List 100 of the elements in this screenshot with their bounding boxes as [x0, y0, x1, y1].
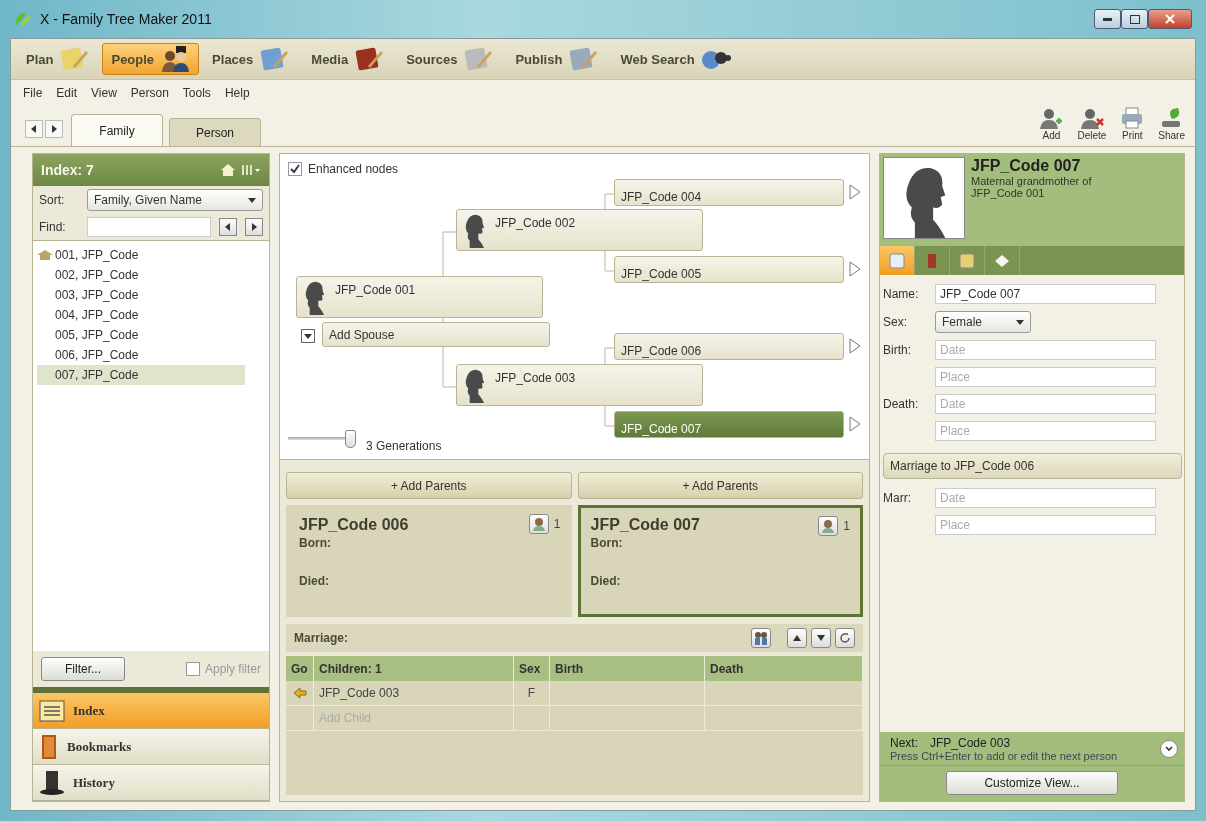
person-list-entry[interactable]: 002, JFP_Code	[37, 265, 245, 285]
person-node[interactable]: JFP_Code 001	[296, 276, 543, 318]
menu-item[interactable]: Tools	[182, 86, 211, 100]
slider-thumb[interactable]	[345, 430, 356, 448]
place-field[interactable]: Place	[935, 367, 1156, 387]
module-tab[interactable]: Plan	[17, 43, 99, 75]
place-field[interactable]: Place	[935, 515, 1156, 535]
minimize-button[interactable]	[1094, 9, 1121, 29]
person-button[interactable]	[818, 516, 839, 536]
menu-item[interactable]: Edit	[56, 86, 78, 100]
enhanced-nodes-checkbox[interactable]: Enhanced nodes	[288, 162, 399, 176]
forward-button[interactable]	[45, 120, 63, 138]
move-down-button[interactable]	[811, 628, 831, 648]
person-node[interactable]: JFP_Code 005	[614, 256, 844, 283]
field-label: Marr:	[883, 491, 912, 505]
customize-view-button[interactable]: Customize View...	[946, 771, 1118, 795]
table-cell: F	[514, 681, 550, 706]
date-field[interactable]: Date	[935, 394, 1156, 414]
date-field[interactable]: Date	[935, 340, 1156, 360]
couple-icon	[160, 46, 191, 72]
column-header[interactable]: Birth	[550, 656, 705, 681]
person-list-entry[interactable]: 003, JFP_Code	[37, 285, 245, 305]
sidebar-tab[interactable]: History	[33, 765, 269, 801]
spouse-name: JFP_Code 007	[590, 516, 700, 534]
spouse-card[interactable]: JFP_Code 006 Born: Died: 1	[286, 505, 572, 617]
refresh-button[interactable]	[835, 628, 855, 648]
module-tab[interactable]: Sources	[397, 43, 503, 75]
couple-button[interactable]	[751, 628, 771, 648]
menu-item[interactable]: File	[23, 86, 43, 100]
close-icon	[1165, 14, 1175, 24]
date-field[interactable]: Date	[935, 488, 1156, 508]
expand-arrow-button[interactable]	[849, 338, 861, 354]
close-button[interactable]	[1148, 9, 1192, 29]
spouse-card[interactable]: JFP_Code 007 Born: Died: 1	[577, 505, 863, 617]
forward-icon	[50, 125, 58, 133]
expand-button[interactable]	[1160, 740, 1178, 758]
edit-icon	[889, 252, 905, 269]
view-tab[interactable]: Person	[169, 118, 261, 146]
person-list-entry[interactable]: 001, JFP_Code	[37, 245, 227, 265]
maximize-button[interactable]	[1121, 9, 1148, 29]
person-node[interactable]: JFP_Code 003	[456, 364, 703, 406]
home-icon[interactable]	[221, 164, 235, 176]
back-button[interactable]	[25, 120, 43, 138]
expand-arrow-button[interactable]	[849, 261, 861, 277]
toolbar-button[interactable]: Delete	[1077, 107, 1107, 141]
person-node[interactable]: JFP_Code 002	[456, 209, 703, 251]
expand-arrow-button[interactable]	[849, 416, 861, 432]
column-header[interactable]: Death	[705, 656, 863, 681]
move-up-button[interactable]	[787, 628, 807, 648]
column-header[interactable]: Go	[286, 656, 314, 681]
menu-item[interactable]: Person	[130, 86, 169, 100]
marriage-label: Marriage:	[294, 631, 349, 645]
module-tab[interactable]: Publish	[506, 43, 608, 75]
columns-icon[interactable]	[241, 164, 261, 176]
expand-arrow-button[interactable]	[849, 184, 861, 200]
go-button[interactable]	[286, 681, 314, 706]
view-tab[interactable]: Family	[71, 114, 163, 146]
sex-dropdown[interactable]: Female	[935, 311, 1031, 333]
module-tab[interactable]: Places	[203, 43, 299, 75]
module-tab[interactable]: People	[102, 43, 200, 75]
toolbar-button[interactable]: Add	[1039, 107, 1064, 141]
previous-button[interactable]	[219, 218, 237, 236]
person-list-entry[interactable]: 006, JFP_Code	[37, 345, 245, 365]
sort-label: Sort:	[39, 193, 66, 207]
arrow-icon	[292, 688, 307, 698]
up-icon	[793, 634, 801, 642]
add-parents-button[interactable]: + Add Parents	[577, 472, 863, 499]
sidebar-tab[interactable]: Index	[33, 693, 269, 729]
menu-item[interactable]: Help	[224, 86, 250, 100]
sort-dropdown[interactable]: Family, Given Name	[87, 189, 263, 211]
name-field[interactable]: JFP_Code 007	[935, 284, 1156, 304]
add-spouse-button[interactable]: Add Spouse	[322, 322, 550, 347]
menu-item[interactable]: View	[91, 86, 117, 100]
module-tab[interactable]: Media	[302, 43, 394, 75]
window-title: X - Family Tree Maker 2011	[40, 11, 212, 27]
person-list-entry[interactable]: 007, JFP_Code	[37, 365, 245, 385]
filter-button[interactable]: Filter...	[41, 657, 125, 681]
toolbar-button[interactable]: Share	[1158, 107, 1185, 141]
person-node[interactable]: JFP_Code 006	[614, 333, 844, 360]
died-label: Died:	[299, 574, 329, 588]
marriage-header[interactable]: Marriage to JFP_Code 006	[883, 453, 1182, 479]
person-button[interactable]	[528, 514, 549, 534]
sidebar-tab[interactable]: Bookmarks	[33, 729, 269, 765]
place-field[interactable]: Place	[935, 421, 1156, 441]
spouse-toggle-button[interactable]	[301, 329, 315, 343]
person-list-entry[interactable]: 004, JFP_Code	[37, 305, 245, 325]
toolbar-button[interactable]: Print	[1120, 107, 1145, 141]
home-icon	[37, 250, 53, 260]
person-node[interactable]: JFP_Code 007	[614, 411, 844, 438]
next-icon	[250, 223, 258, 231]
column-header[interactable]: Children: 1	[314, 656, 514, 681]
leaf-logo-icon	[14, 11, 32, 27]
find-field[interactable]	[87, 217, 211, 237]
column-header[interactable]: Sex	[514, 656, 550, 681]
module-tab[interactable]: Web Search	[611, 43, 740, 75]
person-list-entry[interactable]: 005, JFP_Code	[37, 325, 245, 345]
top-hat-icon	[39, 769, 65, 796]
next-button[interactable]	[245, 218, 263, 236]
add-parents-button[interactable]: + Add Parents	[286, 472, 572, 499]
person-node[interactable]: JFP_Code 004	[614, 179, 844, 206]
